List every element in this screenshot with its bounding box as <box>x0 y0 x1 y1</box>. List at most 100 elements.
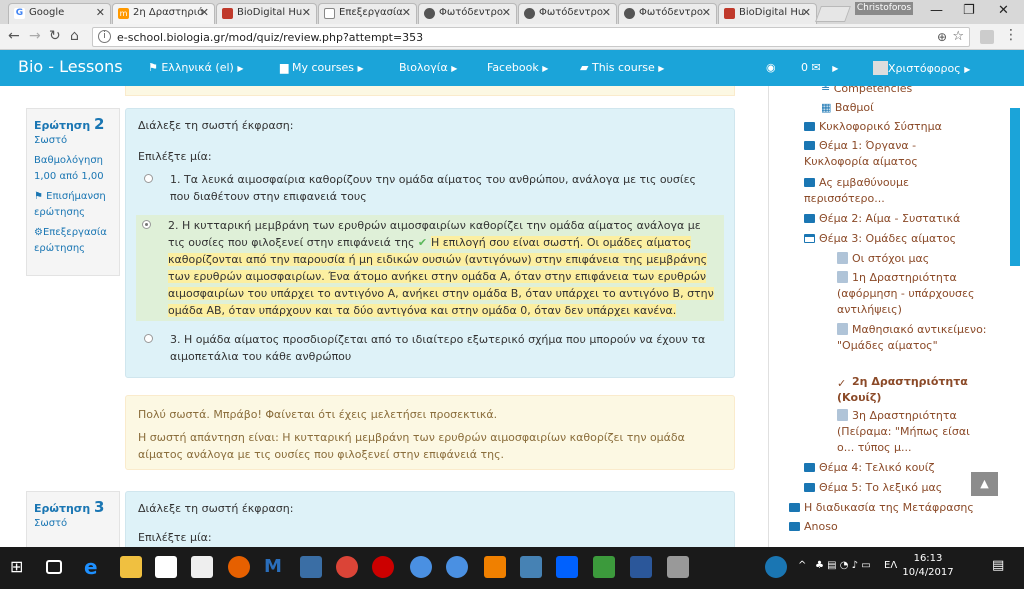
folder-icon <box>804 483 815 492</box>
sidebar-item-anoso[interactable]: Anoso <box>789 519 838 535</box>
radio-button[interactable] <box>144 334 153 343</box>
system-clock[interactable]: 16:13 10/4/2017 <box>902 552 954 580</box>
radio-button[interactable] <box>144 174 153 183</box>
back-icon[interactable]: ← <box>8 28 20 44</box>
sidebar-item-goals[interactable]: Οι στόχοι μας <box>837 251 929 267</box>
sidebar-item-circulatory[interactable]: Κυκλοφορικό Σύστημα <box>804 119 942 135</box>
nav-user-menu[interactable]: Χριστόφορος ▶ <box>873 61 970 75</box>
tray-chevron-up-icon[interactable]: ^ <box>798 560 806 571</box>
notifications-icon[interactable]: ◉ <box>766 61 776 74</box>
sidebar-item-activity-2-quiz[interactable]: ✓ 2η Δραστηριότητα (Κουίζ) <box>837 374 987 406</box>
choose-one-label: Επιλέξτε μία: <box>138 531 212 544</box>
profile-badge[interactable]: Christoforos <box>855 2 913 15</box>
restore-icon[interactable]: ❐ <box>963 3 975 18</box>
edge-icon[interactable]: e <box>84 556 106 578</box>
nav-messages[interactable]: 0 ✉ ▶ <box>801 61 838 74</box>
close-icon[interactable]: ✕ <box>302 6 311 19</box>
browser-tab-biodigital-2[interactable]: BioDigital Hu ✕ <box>718 3 817 24</box>
radio-button-selected[interactable] <box>142 220 151 229</box>
bookmark-star-icon[interactable]: ☆ <box>952 29 964 44</box>
forward-icon[interactable]: → <box>29 28 41 44</box>
sidebar-item-topic-4[interactable]: Θέμα 4: Τελικό κουίζ <box>804 460 934 476</box>
media-player-icon[interactable] <box>372 556 394 578</box>
flag-icon: ⚑ <box>34 191 47 202</box>
browser-tab-photodentro-2[interactable]: Φωτόδεντρο ✕ <box>518 3 617 24</box>
close-icon[interactable]: ✕ <box>200 6 209 19</box>
document-icon[interactable] <box>191 556 213 578</box>
browser-tab-biodigital[interactable]: BioDigital Hu ✕ <box>216 3 317 24</box>
browser-tab-edit[interactable]: Επεξεργασία ✕ <box>318 3 417 24</box>
close-icon[interactable]: ✕ <box>402 6 411 19</box>
malwarebytes-icon[interactable]: M <box>264 556 286 578</box>
sidebar-item-competencies[interactable]: ≗ Competencies <box>821 86 912 97</box>
edit-question-link[interactable]: ⚙Επεξεργασία ερώτησης <box>34 225 112 257</box>
app-icon[interactable] <box>667 556 689 578</box>
close-icon[interactable]: ✕ <box>602 6 611 19</box>
sidebar-item-label: 1η Δραστηριότητα (αφόρμηση - υπάρχουσες … <box>837 271 975 316</box>
sidebar-item-learning-object[interactable]: Μαθησιακό αντικείμενο: "Ομάδες αίματος" <box>837 322 987 354</box>
sidebar-item-activity-1[interactable]: 1η Δραστηριότητα (αφόρμηση - υπάρχουσες … <box>837 270 992 318</box>
folder-icon <box>789 522 800 531</box>
nav-facebook[interactable]: Facebook ▶ <box>487 61 548 74</box>
sidebar-item-topic-5[interactable]: Θέμα 5: Το λεξικό μας <box>804 480 942 496</box>
close-icon[interactable]: ✕ <box>502 6 511 19</box>
sidebar-item-translation[interactable]: Η διαδικασία της Μετάφρασης <box>789 500 974 516</box>
app-icon[interactable] <box>593 556 615 578</box>
action-center-icon[interactable]: ▤ <box>992 558 1004 573</box>
grade-value: 1,00 από 1,00 <box>34 171 104 182</box>
menu-dots-icon[interactable]: ⋮ <box>1004 27 1018 43</box>
nav-language[interactable]: ⚑ Ελληνικά (el) ▶ <box>148 61 243 74</box>
browser-tab-photodentro-1[interactable]: Φωτόδεντρο ✕ <box>418 3 517 24</box>
close-icon[interactable]: ✕ <box>96 6 105 19</box>
browser-tab-google[interactable]: G Google ✕ <box>8 3 111 24</box>
answer-option-3[interactable]: 3. Η ομάδα αίματος προσδιορίζεται από το… <box>138 329 722 367</box>
word-icon[interactable] <box>630 556 652 578</box>
tray-icons[interactable]: ♣ ▤ ◔ ♪ ▭ <box>815 560 871 571</box>
zoom-icon[interactable]: ⊕ <box>937 30 947 44</box>
windows-start-icon[interactable]: ⊞ <box>10 556 32 578</box>
info-icon[interactable]: i <box>98 30 111 43</box>
sidebar-item-activity-3[interactable]: 3η Δραστηριότητα (Πείραμα: "Μήπως είσαι … <box>837 408 987 456</box>
shield-icon[interactable] <box>300 556 322 578</box>
answer-option-2[interactable]: 2. Η κυτταρική μεμβράνη των ερυθρών αιμο… <box>136 215 724 321</box>
dropbox-icon[interactable] <box>556 556 578 578</box>
new-tab-button[interactable] <box>815 6 851 22</box>
flag-question-link[interactable]: ⚑ Επισήμανση ερώτησης <box>34 189 112 221</box>
sidebar-item-topic-2[interactable]: Θέμα 2: Αίμα - Συστατικά <box>804 211 960 227</box>
sidebar-item-grades[interactable]: ▦ Βαθμοί <box>821 100 874 116</box>
nav-my-courses[interactable]: ▆ My courses ▶ <box>280 61 364 74</box>
caret-right-icon: ▶ <box>451 64 458 73</box>
input-language-indicator[interactable]: ΕΛ <box>884 560 897 571</box>
internet-explorer-icon[interactable] <box>410 556 432 578</box>
sidebar-item-topic-3[interactable]: Θέμα 3: Ομάδες αίματος <box>804 231 956 247</box>
browser-tab-quiz[interactable]: m 2η Δραστηριό ✕ <box>112 3 215 24</box>
close-icon[interactable]: ✕ <box>702 6 711 19</box>
firefox-icon[interactable] <box>228 556 250 578</box>
nav-biology[interactable]: Βιολογία ▶ <box>399 61 457 74</box>
window-close-icon[interactable]: ✕ <box>998 3 1009 18</box>
browser-tab-photodentro-3[interactable]: Φωτόδεντρο ✕ <box>618 3 717 24</box>
close-icon[interactable]: ✕ <box>802 6 811 19</box>
file-explorer-icon[interactable] <box>120 556 142 578</box>
chrome-icon[interactable] <box>336 556 358 578</box>
url-field[interactable]: i e-school.biologia.gr/mod/quiz/review.p… <box>92 27 970 47</box>
store-icon[interactable] <box>155 556 177 578</box>
nav-this-course[interactable]: ▰ This course ▶ <box>580 61 664 74</box>
back-to-top-button[interactable]: ▲ <box>971 472 998 496</box>
answer-option-1[interactable]: 1. Τα λευκά αιμοσφαίρια καθορίζουν την ο… <box>138 169 722 207</box>
sidebar-item-topic-1[interactable]: Θέμα 1: Όργανα - Κυκλοφορία αίματος <box>804 138 979 170</box>
home-icon[interactable]: ⌂ <box>70 28 79 44</box>
sidebar-item-deeper[interactable]: Ας εμβαθύνουμε περισσότερο... <box>804 175 979 207</box>
scrollbar-thumb[interactable] <box>1010 108 1020 266</box>
extension-icon[interactable] <box>980 30 994 44</box>
task-view-icon[interactable] <box>46 560 62 574</box>
reload-icon[interactable]: ↻ <box>49 28 61 44</box>
site-brand[interactable]: Bio - Lessons <box>18 57 123 76</box>
monitor-icon[interactable] <box>520 556 542 578</box>
minimize-icon[interactable]: — <box>930 3 943 18</box>
quiz-checkmark-icon: ✓ <box>837 377 847 390</box>
network-share-icon[interactable] <box>765 556 787 578</box>
answer-option-text: 1. Τα λευκά αιμοσφαίρια καθορίζουν την ο… <box>170 173 697 203</box>
vlc-icon[interactable] <box>484 556 506 578</box>
app-icon[interactable] <box>446 556 468 578</box>
